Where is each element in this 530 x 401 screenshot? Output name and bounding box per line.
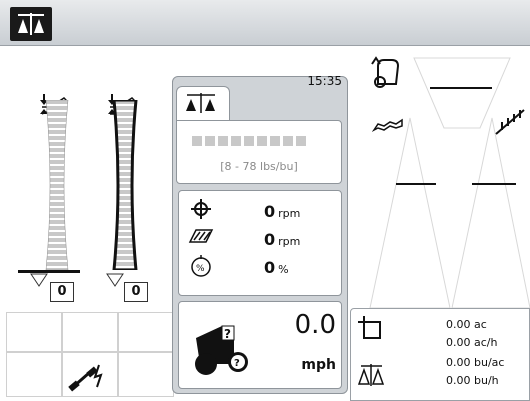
ground-speed-unit: mph	[301, 357, 336, 373]
ground-speed-value: 0.0	[294, 310, 336, 340]
area-icon	[356, 314, 386, 348]
svg-text:%: %	[196, 264, 205, 274]
softkey-1[interactable]	[6, 312, 62, 352]
rotor-speed-value: 0	[264, 230, 276, 249]
sensor-value-right: 0	[124, 282, 148, 302]
test-weight-range: [8 - 78 lbs/bu]	[220, 160, 298, 173]
area-total: 0.00 ac	[446, 318, 487, 331]
segment	[244, 136, 254, 146]
loss-icon: %	[190, 254, 212, 282]
setpoint-line-left	[18, 270, 80, 273]
segment	[270, 136, 280, 146]
segment	[257, 136, 267, 146]
gps-satellite-icon	[68, 364, 103, 392]
area-rate: 0.00 ac/h	[446, 336, 498, 349]
grain-tank-icon	[370, 56, 402, 92]
segment	[231, 136, 241, 146]
grain-yield-icon	[186, 93, 215, 113]
softkey-6[interactable]	[118, 352, 174, 397]
conveyor-left-icon	[371, 116, 404, 138]
svg-text:?: ?	[234, 358, 240, 369]
thresher-speed-value: 0	[264, 202, 276, 221]
yield-total-icon	[356, 360, 386, 394]
svg-text:?: ?	[224, 327, 231, 341]
rotor-speed: 0 rpm	[264, 230, 300, 249]
setpoint-marker-left	[30, 272, 48, 287]
yield-rate: 0.00 bu/h	[446, 374, 499, 387]
header-height-gauge-right	[112, 98, 138, 272]
softkey-4[interactable]	[6, 352, 62, 397]
test-weight-segments	[192, 136, 306, 146]
segment	[192, 136, 202, 146]
segment	[283, 136, 293, 146]
yield-per-acre: 0.00 bu/ac	[446, 356, 505, 369]
rotor-speed-unit: rpm	[278, 235, 301, 248]
sensor-value-left: 0	[50, 282, 74, 302]
grain-loss-unit: %	[278, 263, 289, 276]
satellite-button[interactable]	[62, 352, 118, 397]
softkey-3[interactable]	[118, 312, 174, 352]
yield-mode-button[interactable]	[10, 7, 52, 41]
softkey-2[interactable]	[62, 312, 118, 352]
grain-loss-value: 0	[264, 258, 276, 277]
segment	[205, 136, 215, 146]
top-bar	[0, 0, 530, 46]
clock: 15:35	[307, 74, 342, 88]
thresher-icon	[190, 198, 212, 224]
segment	[296, 136, 306, 146]
segment	[218, 136, 228, 146]
thresher-speed: 0 rpm	[264, 202, 300, 221]
test-weight-panel	[176, 120, 342, 184]
header-height-gauge-left	[44, 99, 70, 271]
conveyor-right-icon	[494, 108, 526, 142]
card-tab[interactable]	[176, 86, 230, 122]
rotor-icon	[188, 226, 214, 252]
thresher-speed-unit: rpm	[278, 207, 301, 220]
setpoint-marker-right	[106, 272, 124, 287]
grain-yield-icon	[18, 13, 44, 35]
grain-loss: 0%	[264, 258, 289, 277]
tractor-unknown-icon: ? ?	[192, 320, 254, 382]
